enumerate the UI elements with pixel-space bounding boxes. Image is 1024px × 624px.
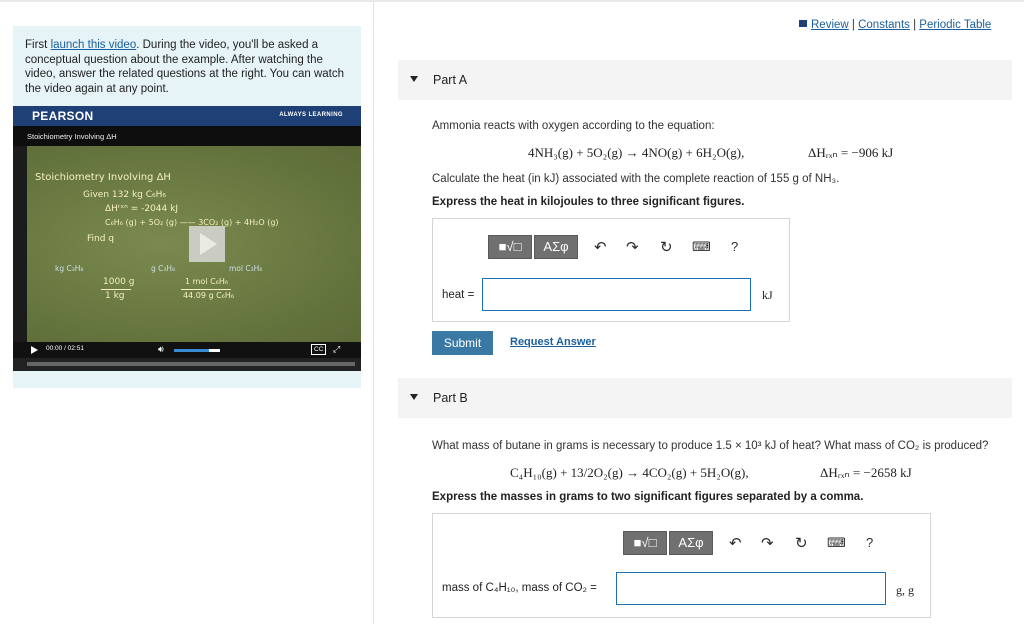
- part-a-equation: 4NH₃(g) + 5O₂(g) → 4NO(g) + 6H₂O(g),: [528, 145, 745, 160]
- video-panel: First launch this video. During the vide…: [13, 26, 361, 388]
- undo-icon[interactable]: ↶: [729, 534, 742, 552]
- templates-button[interactable]: ■√□: [623, 531, 667, 555]
- board-find: Find q: [87, 234, 115, 244]
- frac-line-1: [101, 289, 131, 290]
- video-controls: 00:00 / 02:51 🔊︎ CC ⤢: [13, 342, 361, 358]
- video-time: 00:00 / 02:51: [46, 345, 84, 352]
- part-b-answer-box: ■√□ AΣφ ↶ ↷ ↻ ⌨ ? mass of C₄H₁₀, mass of…: [432, 513, 931, 618]
- part-b-equation: C₄H₁₀(g) + 13/2O₂(g) → 4CO₂(g) + 5H₂O(g)…: [510, 465, 749, 480]
- greek-symbols-button[interactable]: AΣφ: [669, 531, 713, 555]
- templates-button[interactable]: ■√□: [488, 235, 532, 259]
- review-link[interactable]: Review: [811, 19, 849, 31]
- video-header: PEARSON ALWAYS LEARNING: [13, 106, 361, 126]
- part-b-toolbar: ■√□ AΣφ ↶ ↷ ↻ ⌨ ?: [623, 531, 923, 555]
- fullscreen-icon[interactable]: ⤢: [333, 344, 340, 355]
- part-a-toolbar: ■√□ AΣφ ↶ ↷ ↻ ⌨ ?: [488, 235, 788, 259]
- redo-icon[interactable]: ↷: [626, 238, 639, 256]
- periodic-table-link[interactable]: Periodic Table: [919, 19, 991, 31]
- keyboard-icon[interactable]: ⌨: [827, 535, 846, 551]
- mass-input[interactable]: [616, 572, 886, 605]
- closed-caption-button[interactable]: CC: [311, 344, 327, 355]
- constants-link[interactable]: Constants: [858, 19, 910, 31]
- part-a-intro: Ammonia reacts with oxygen according to …: [432, 120, 715, 132]
- volume-level: [174, 349, 209, 352]
- redo-icon[interactable]: ↷: [761, 534, 774, 552]
- part-b-title: Part B: [433, 391, 468, 405]
- board-title: Stoichiometry Involving ΔH: [35, 172, 171, 183]
- part-a-title: Part A: [433, 73, 468, 87]
- part-a-question: Calculate the heat (in kJ) associated wi…: [432, 173, 840, 185]
- part-b-enthalpy: ΔHᵣₓₙ = −2658 kJ: [820, 465, 912, 480]
- part-a-enthalpy: ΔHᵣₓₙ = −906 kJ: [808, 145, 894, 160]
- part-b-unit: g, g: [896, 583, 914, 597]
- submit-button[interactable]: Submit: [432, 331, 493, 355]
- greek-symbols-button[interactable]: AΣφ: [534, 235, 578, 259]
- board-f2-den: 44.09 g C₆H₆: [183, 291, 235, 300]
- video-player[interactable]: PEARSON ALWAYS LEARNING Stoichiometry In…: [13, 106, 361, 371]
- request-answer-link[interactable]: Request Answer: [510, 336, 596, 348]
- board-box-g: g C₃H₈: [151, 264, 176, 273]
- resource-links: Review | Constants | Periodic Table: [799, 19, 991, 31]
- board-box-mol: mol C₃H₈: [229, 264, 263, 273]
- reset-icon[interactable]: ↻: [795, 534, 808, 552]
- video-subtitle: Stoichiometry Involving ΔH: [27, 132, 117, 141]
- pearson-logo: PEARSON: [32, 109, 94, 123]
- board-f2-num: 1 mol C₆H₆: [185, 277, 229, 286]
- control-play-icon[interactable]: [31, 346, 38, 354]
- video-progress-area: [13, 358, 361, 371]
- keyboard-icon[interactable]: ⌨: [692, 239, 711, 255]
- help-icon[interactable]: ?: [866, 535, 873, 550]
- collapse-icon: [410, 76, 418, 82]
- heat-input[interactable]: [482, 278, 751, 311]
- play-overlay-button[interactable]: [189, 226, 225, 262]
- play-icon: [200, 233, 217, 255]
- part-a-answer-label: heat =: [442, 289, 475, 301]
- part-b-answer-label: mass of C₄H₁₀, mass of CO₂ =: [442, 582, 597, 594]
- video-subtitle-bar: Stoichiometry Involving ΔH: [13, 126, 361, 146]
- review-icon: [799, 20, 807, 27]
- help-icon[interactable]: ?: [731, 239, 738, 254]
- board-given: Given 132 kg C₆H₆: [83, 190, 166, 200]
- board-dh: ΔHʳˣⁿ = -2044 kJ: [105, 204, 178, 214]
- panel-divider: [373, 2, 374, 624]
- undo-icon[interactable]: ↶: [594, 238, 607, 256]
- volume-slider[interactable]: [174, 349, 220, 352]
- part-a-answer-box: ■√□ AΣφ ↶ ↷ ↻ ⌨ ? heat = kJ: [432, 218, 790, 322]
- part-b-question: What mass of butane in grams is necessar…: [432, 440, 989, 452]
- part-a-header[interactable]: Part A: [398, 60, 1012, 100]
- collapse-icon: [410, 394, 418, 400]
- video-progress-bar[interactable]: [27, 362, 355, 366]
- volume-icon[interactable]: 🔊︎: [158, 344, 164, 355]
- part-b-header[interactable]: Part B: [398, 378, 1012, 418]
- reset-icon[interactable]: ↻: [660, 238, 673, 256]
- part-a-unit: kJ: [762, 288, 773, 302]
- frac-line-2: [181, 289, 231, 290]
- board-f1-den: 1 kg: [105, 291, 125, 301]
- launch-video-link[interactable]: launch this video: [51, 39, 137, 51]
- board-f1-num: 1000 g: [103, 277, 135, 287]
- top-rule: [0, 0, 1024, 2]
- board-box-kg: kg C₃H₈: [55, 264, 84, 273]
- part-a-instructions: Express the heat in kilojoules to three …: [432, 196, 745, 208]
- part-b-instructions: Express the masses in grams to two signi…: [432, 491, 864, 503]
- intro-text: First launch this video. During the vide…: [25, 39, 345, 95]
- tagline: ALWAYS LEARNING: [279, 112, 343, 118]
